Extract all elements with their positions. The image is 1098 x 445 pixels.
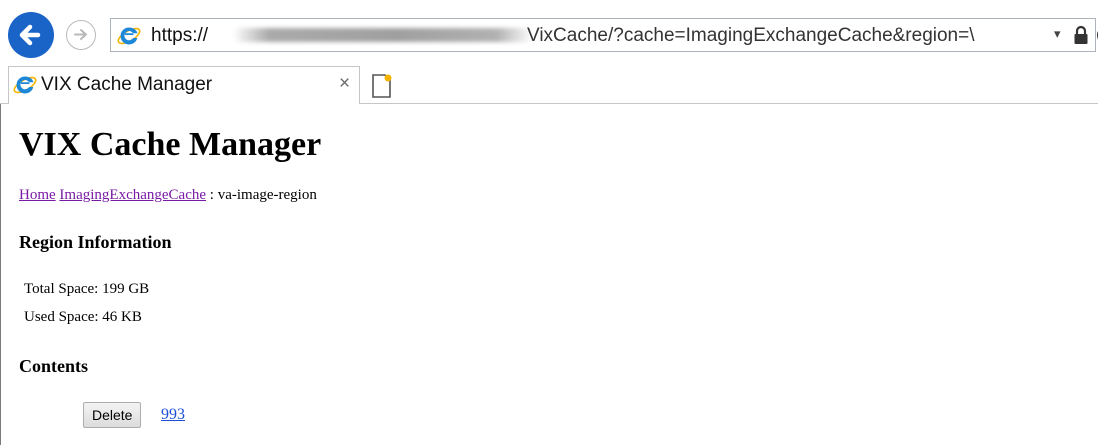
tab-bar: VIX Cache Manager × xyxy=(0,66,1098,104)
forward-button[interactable] xyxy=(66,20,96,50)
breadcrumb-cache-link[interactable]: ImagingExchangeCache xyxy=(59,187,206,203)
address-dropdown-icon[interactable]: ▾ xyxy=(1054,26,1061,42)
used-space-text: Used Space: 46 KB xyxy=(24,309,142,325)
tab-title: VIX Cache Manager xyxy=(41,74,213,95)
url-host-redacted xyxy=(233,28,533,42)
delete-button[interactable]: Delete xyxy=(83,402,142,428)
arrow-right-icon xyxy=(74,29,87,40)
url-scheme: https:// xyxy=(151,25,209,46)
contents-heading: Contents xyxy=(19,356,89,376)
page-title: VIX Cache Manager xyxy=(19,126,322,163)
breadcrumb: Home ImagingExchangeCache : va-image-reg… xyxy=(19,187,317,204)
new-tab-icon[interactable] xyxy=(367,72,395,100)
arrow-left-icon xyxy=(19,24,41,46)
breadcrumb-home-link[interactable]: Home xyxy=(19,187,56,203)
lock-icon[interactable] xyxy=(1073,25,1089,45)
internet-explorer-icon xyxy=(13,76,37,94)
page-content: VIX Cache Manager Home ImagingExchangeCa… xyxy=(0,104,1098,445)
total-space-text: Total Space: 199 GB xyxy=(24,281,150,297)
region-information-heading: Region Information xyxy=(19,232,172,252)
internet-explorer-icon xyxy=(117,27,141,45)
close-tab-icon[interactable]: × xyxy=(339,73,350,95)
address-bar[interactable]: https:// VixCache/?cache=ImagingExchange… xyxy=(110,18,1098,52)
url-path: VixCache/?cache=ImagingExchangeCache&reg… xyxy=(527,25,975,46)
cache-item-link[interactable]: 993 xyxy=(161,406,185,424)
back-button[interactable] xyxy=(8,12,54,58)
browser-nav-bar: https:// VixCache/?cache=ImagingExchange… xyxy=(0,0,1098,66)
breadcrumb-current: va-image-region xyxy=(217,187,317,203)
tab-vix-cache-manager[interactable]: VIX Cache Manager × xyxy=(8,66,360,104)
breadcrumb-separator: : xyxy=(206,187,218,203)
